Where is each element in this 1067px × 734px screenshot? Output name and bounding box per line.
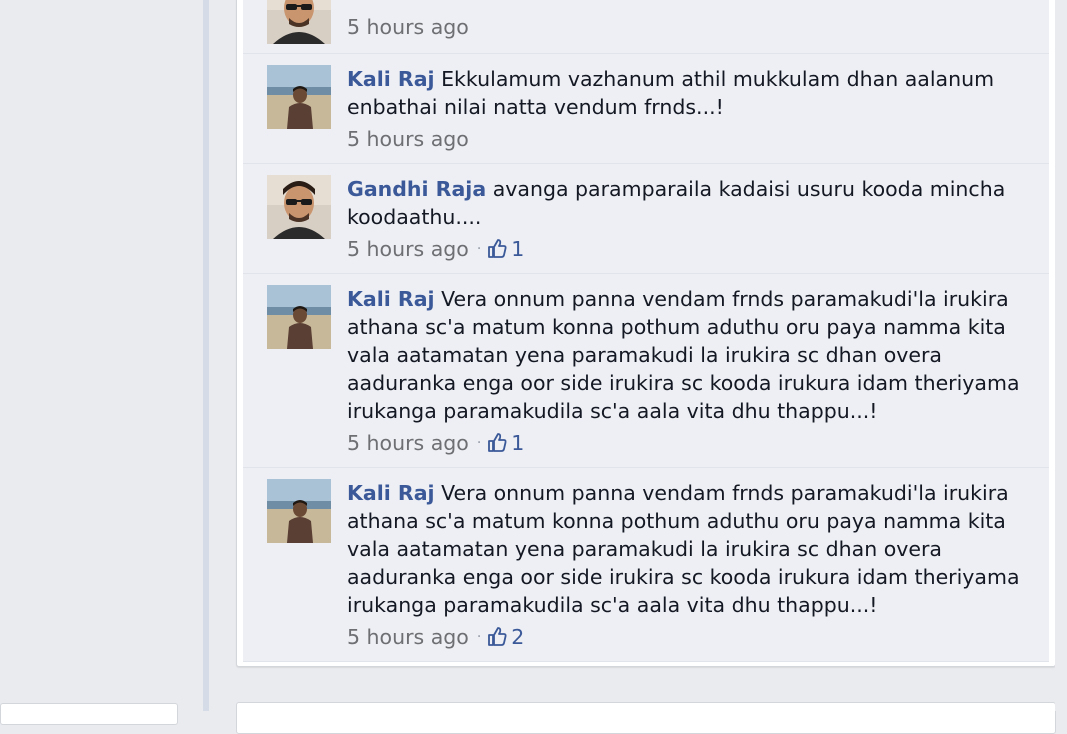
comment-meta: 5 hours ago · 1 xyxy=(347,235,524,263)
like-count[interactable]: 1 xyxy=(511,431,524,455)
meta-separator: · xyxy=(476,241,482,257)
like-count[interactable]: 2 xyxy=(511,625,524,649)
comment-text: Vera onnum panna vendam frnds paramakudi… xyxy=(347,481,1020,617)
like-count[interactable]: 1 xyxy=(511,237,524,261)
avatar-sunglasses-man-icon xyxy=(267,175,331,239)
comment-author-link[interactable]: Kali Raj xyxy=(347,481,435,505)
comment-author-link[interactable]: Kali Raj xyxy=(347,67,435,91)
comment-item: Kali Raj Vera onnum panna vendam frnds p… xyxy=(243,468,1049,662)
thumbs-up-icon[interactable] xyxy=(487,238,507,258)
comment-timestamp[interactable]: 5 hours ago xyxy=(347,625,469,649)
avatar-beach-man-icon xyxy=(267,65,331,129)
right-gutter xyxy=(1055,0,1067,711)
left-column xyxy=(0,0,203,725)
thumbs-up-icon[interactable] xyxy=(487,626,507,646)
thumbs-up-icon[interactable] xyxy=(487,432,507,452)
comment-body: Kali Raj Vera onnum panna vendam frnds p… xyxy=(347,285,1027,425)
comment-body: Kali Raj Ekkulamum vazhanum athil mukkul… xyxy=(347,65,1027,121)
comment-meta: 5 hours ago · 2 xyxy=(347,623,524,651)
comment-item: Kali Raj Ekkulamum vazhanum athil mukkul… xyxy=(243,54,1049,164)
avatar-beach-man-icon xyxy=(267,479,331,543)
left-column-card xyxy=(0,703,178,725)
commenter-avatar[interactable] xyxy=(267,479,331,543)
commenter-avatar[interactable] xyxy=(267,65,331,129)
comment-author-link[interactable]: Gandhi Raja xyxy=(347,177,486,201)
comment-timestamp[interactable]: 5 hours ago xyxy=(347,237,469,261)
comment-timestamp[interactable]: 5 hours ago xyxy=(347,431,469,455)
avatar-beach-man-icon xyxy=(267,285,331,349)
comment-item: 5 hours ago xyxy=(243,0,1049,54)
comment-timestamp[interactable]: 5 hours ago xyxy=(347,127,469,151)
comment-author-link[interactable]: Kali Raj xyxy=(347,287,435,311)
column-divider xyxy=(203,0,209,711)
comment-meta: 5 hours ago xyxy=(347,125,469,153)
commenter-avatar[interactable] xyxy=(267,175,331,239)
meta-separator: · xyxy=(476,629,482,645)
comment-text: Ekkulamum vazhanum athil mukkulam dhan a… xyxy=(347,67,995,119)
comment-meta: 5 hours ago · 1 xyxy=(347,429,524,457)
meta-separator: · xyxy=(476,435,482,451)
commenter-avatar[interactable] xyxy=(267,285,331,349)
avatar-sunglasses-man-icon xyxy=(267,0,331,44)
comment-body: Gandhi Raja avanga paramparaila kadaisi … xyxy=(347,175,1027,231)
comment-timestamp[interactable]: 5 hours ago xyxy=(347,15,469,39)
comment-body: Kali Raj Vera onnum panna vendam frnds p… xyxy=(347,479,1027,619)
comment-text: Vera onnum panna vendam frnds paramakudi… xyxy=(347,287,1020,423)
comment-item: Gandhi Raja avanga paramparaila kadaisi … xyxy=(243,164,1049,274)
comment-item: Kali Raj Vera onnum panna vendam frnds p… xyxy=(243,274,1049,468)
next-story-card xyxy=(236,702,1056,734)
comment-meta: 5 hours ago xyxy=(347,13,469,41)
commenter-avatar[interactable] xyxy=(267,0,331,44)
